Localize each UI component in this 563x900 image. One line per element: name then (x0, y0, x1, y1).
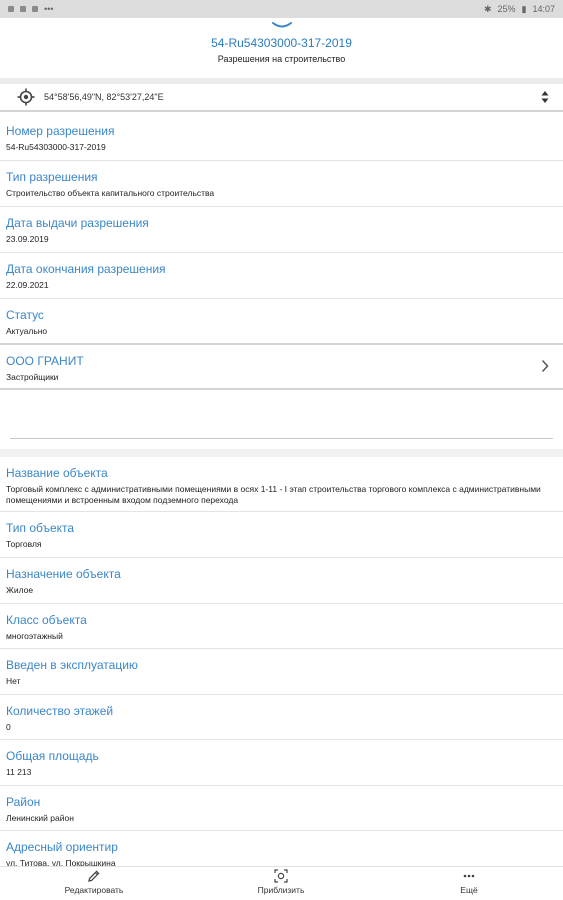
field-value: Строительство объекта капитального строи… (6, 188, 215, 198)
edit-label: Редактировать (64, 885, 124, 895)
bottom-action-bar: Редактировать Приблизить Ещё (0, 866, 563, 900)
sheet-header: 54-Ru54303000-317-2019 Разрешения на стр… (0, 18, 563, 78)
field-object-class: Класс объекта многоэтажный (0, 604, 563, 649)
clock: 14:07 (532, 4, 555, 14)
more-button[interactable]: Ещё (409, 869, 529, 895)
permit-layer-name: Разрешения на строительство (217, 54, 346, 64)
field-value: Жилое (6, 585, 34, 595)
field-label: Назначение объекта (6, 567, 121, 581)
field-object-type: Тип объекта Торговля (0, 512, 563, 558)
chevron-right-icon (541, 359, 549, 373)
field-value: Торговля (6, 539, 42, 549)
status-bar: ••• ✱ 25% ▮ 14:07 (0, 0, 563, 18)
field-label: Номер разрешения (6, 124, 115, 138)
field-label: Тип объекта (6, 521, 75, 535)
field-value: 54-Ru54303000-317-2019 (6, 142, 106, 152)
field-value: Ленинский район (6, 813, 74, 823)
field-object-name: Название объекта Торговый комплекс с адм… (0, 457, 563, 512)
field-object-purpose: Назначение объекта Жилое (0, 558, 563, 604)
field-value: Торговый комплекс с административными по… (6, 484, 541, 505)
field-permit-type: Тип разрешения Строительство объекта кап… (0, 161, 563, 207)
field-status: Статус Актуально (0, 299, 563, 345)
field-label: Дата окончания разрешения (6, 262, 166, 276)
field-label: Общая площадь (6, 749, 99, 763)
field-commissioned: Введен в эксплуатацию Нет (0, 649, 563, 695)
field-label: Адресный ориентир (6, 840, 118, 854)
coordinates-text: 54°58'56,49"N, 82°53'27,24"E (44, 92, 164, 102)
crosshair-location-icon (17, 88, 35, 106)
field-permit-number: Номер разрешения 54-Ru54303000-317-2019 (0, 115, 563, 161)
field-value: многоэтажный (6, 631, 63, 641)
field-value: 22.09.2021 (6, 280, 49, 290)
field-value: Актуально (6, 326, 48, 336)
collapse-chevron-icon[interactable] (270, 20, 294, 32)
field-total-area: Общая площадь 11 213 (0, 740, 563, 786)
field-value: 0 (6, 722, 11, 732)
field-value: 23.09.2019 (6, 234, 49, 244)
edit-button[interactable]: Редактировать (34, 869, 154, 895)
pencil-icon (88, 870, 100, 882)
more-dots-icon (463, 874, 475, 878)
zoom-to-label: Приблизить (257, 885, 305, 895)
developer-link-row[interactable]: ООО ГРАНИТ Застройщики (0, 345, 563, 390)
field-label: Количество этажей (6, 704, 114, 718)
zoom-to-button[interactable]: Приблизить (221, 869, 341, 895)
sort-arrows-icon[interactable] (541, 90, 549, 104)
field-expiry-date: Дата окончания разрешения 22.09.2021 (0, 253, 563, 299)
notification-icon (8, 6, 14, 12)
location-row[interactable]: 54°58'56,49"N, 82°53'27,24"E (0, 84, 563, 112)
battery-icon: ▮ (521, 3, 527, 14)
field-label: Дата выдачи разрешения (6, 216, 149, 230)
field-label: Введен в эксплуатацию (6, 658, 138, 672)
field-label: Название объекта (6, 466, 108, 480)
field-issue-date: Дата выдачи разрешения 23.09.2019 (0, 207, 563, 253)
field-label: Тип разрешения (6, 170, 98, 184)
developer-name: ООО ГРАНИТ (6, 354, 84, 368)
blank-area (0, 390, 563, 456)
zoom-to-feature-icon (274, 869, 288, 883)
field-value: Нет (6, 676, 21, 686)
section-gap (0, 449, 563, 457)
bluetooth-icon: ✱ (483, 3, 492, 14)
field-floor-count: Количество этажей 0 (0, 695, 563, 740)
field-district: Район Ленинский район (0, 786, 563, 831)
more-notifications-icon: ••• (44, 4, 54, 14)
permit-title: 54-Ru54303000-317-2019 (211, 36, 352, 50)
battery-level: 25% (497, 4, 516, 14)
notification-icon (20, 6, 26, 12)
field-value: 11 213 (6, 767, 32, 777)
divider (10, 438, 553, 439)
field-label: Район (6, 795, 41, 809)
more-label: Ещё (460, 885, 478, 895)
field-label: Класс объекта (6, 613, 87, 627)
field-label: Статус (6, 308, 44, 322)
notification-icon (32, 6, 38, 12)
developer-role: Застройщики (6, 372, 59, 382)
